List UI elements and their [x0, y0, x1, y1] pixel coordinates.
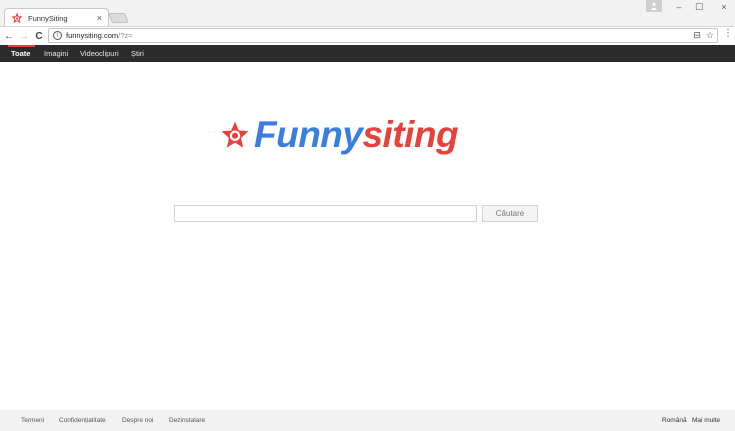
new-tab-button[interactable] [108, 13, 129, 23]
browser-menu-icon[interactable]: ⋮ [723, 29, 733, 39]
footer-link-about[interactable]: Despre noi [122, 410, 153, 431]
forward-button[interactable]: → [18, 29, 30, 43]
page-footer: Termeni Confidențialitate Despre noi Dez… [0, 410, 735, 431]
search-button[interactable]: Căutare [482, 205, 538, 222]
nav-item-videoclipuri[interactable]: Videoclipuri [80, 45, 119, 62]
browser-tab-strip: FunnySiting × – ☐ × [0, 0, 735, 27]
minimize-button[interactable]: – [673, 1, 685, 13]
nav-item-toate[interactable]: Toate [11, 45, 30, 62]
search-input[interactable] [174, 205, 477, 222]
footer-link-privacy[interactable]: Confidențialitate [59, 410, 106, 431]
address-bar[interactable]: i funnysiting.com /?z= ⊟ ☆ [48, 28, 718, 43]
nav-item-stiri[interactable]: Știri [131, 45, 144, 62]
logo-text-funny: Funny [254, 114, 363, 155]
site-info-icon[interactable]: i [53, 31, 62, 40]
close-window-button[interactable]: × [718, 1, 730, 13]
back-button[interactable]: ← [3, 29, 15, 43]
bookmark-star-icon[interactable]: ☆ [706, 30, 714, 41]
site-logo: Funny siting [220, 112, 459, 158]
footer-link-terms[interactable]: Termeni [21, 410, 44, 431]
site-favicon-icon [11, 12, 23, 24]
translate-icon[interactable]: ⊟ [693, 30, 701, 41]
person-icon [650, 2, 658, 10]
active-nav-underline [8, 45, 35, 47]
tab-close-icon[interactable]: × [97, 13, 102, 23]
url-path: /?z= [118, 31, 133, 40]
nav-item-imagini[interactable]: Imagini [44, 45, 68, 62]
footer-more-link[interactable]: Mai multe [692, 410, 720, 431]
maximize-button[interactable]: ☐ [693, 1, 705, 13]
tab-title: FunnySiting [28, 13, 68, 23]
profile-button[interactable] [646, 0, 662, 12]
browser-tab[interactable]: FunnySiting × [4, 8, 109, 27]
reload-button[interactable]: C [33, 29, 45, 43]
url-domain: funnysiting.com [66, 31, 119, 40]
site-category-nav: Toate Imagini Videoclipuri Știri [0, 45, 735, 62]
footer-language-selector[interactable]: Română [662, 410, 687, 431]
logo-text-siting: siting [362, 114, 459, 155]
browser-toolbar: ← → C i funnysiting.com /?z= ⊟ ☆ ⋮ [0, 26, 735, 45]
footer-link-uninstall[interactable]: Dezinstalare [169, 410, 205, 431]
star-logo-icon [221, 121, 249, 148]
